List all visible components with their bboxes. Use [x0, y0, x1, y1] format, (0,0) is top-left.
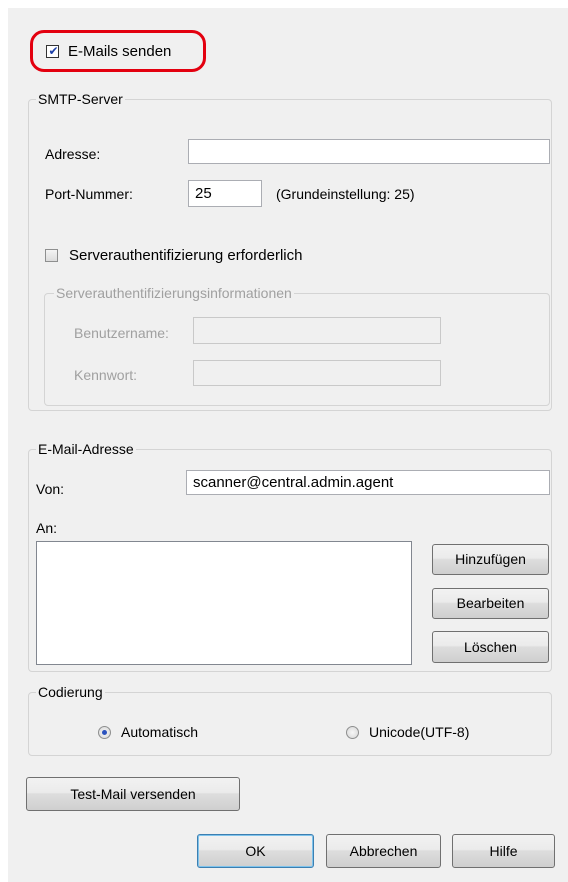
encoding-automatic-radio[interactable] — [98, 726, 111, 739]
send-emails-label: E-Mails senden — [68, 43, 172, 60]
from-label: Von: — [36, 481, 65, 497]
to-label: An: — [36, 520, 58, 536]
help-button[interactable]: Hilfe — [452, 834, 555, 868]
from-address-input[interactable]: scanner@central.admin.agent — [186, 470, 550, 495]
recipient-list[interactable] — [36, 541, 412, 665]
add-recipient-button[interactable]: Hinzufügen — [432, 544, 549, 575]
send-test-mail-button[interactable]: Test-Mail versenden — [26, 777, 240, 811]
encoding-unicode-label: Unicode(UTF-8) — [369, 724, 470, 740]
port-default-hint: (Grundeinstellung: 25) — [276, 186, 415, 202]
send-emails-checkbox[interactable]: ✔ — [46, 44, 59, 58]
smtp-address-input[interactable] — [188, 139, 550, 164]
encoding-unicode-radio[interactable] — [346, 726, 359, 739]
port-number-input[interactable]: 25 — [188, 180, 262, 207]
checkmark-icon: ✔ — [48, 44, 59, 58]
ok-button[interactable]: OK — [197, 834, 314, 868]
username-label: Benutzername: — [74, 325, 169, 341]
server-auth-label: Serverauthentifizierung erforderlich — [69, 247, 303, 264]
encoding-automatic-label: Automatisch — [121, 724, 199, 740]
auth-info-group — [44, 293, 550, 406]
address-label: Adresse: — [45, 146, 101, 162]
edit-recipient-button[interactable]: Bearbeiten — [432, 588, 549, 619]
server-auth-checkbox[interactable] — [45, 249, 58, 262]
password-label: Kennwort: — [74, 367, 138, 383]
username-input[interactable] — [193, 317, 441, 344]
port-label: Port-Nummer: — [45, 186, 133, 202]
auth-info-legend: Serverauthentifizierungsinformationen — [54, 285, 294, 301]
cancel-button[interactable]: Abbrechen — [326, 834, 441, 868]
email-address-legend: E-Mail-Adresse — [36, 441, 136, 457]
smtp-server-legend: SMTP-Server — [36, 91, 125, 107]
encoding-group — [28, 692, 552, 756]
encoding-legend: Codierung — [36, 684, 105, 700]
delete-recipient-button[interactable]: Löschen — [432, 631, 549, 663]
password-input[interactable] — [193, 360, 441, 386]
